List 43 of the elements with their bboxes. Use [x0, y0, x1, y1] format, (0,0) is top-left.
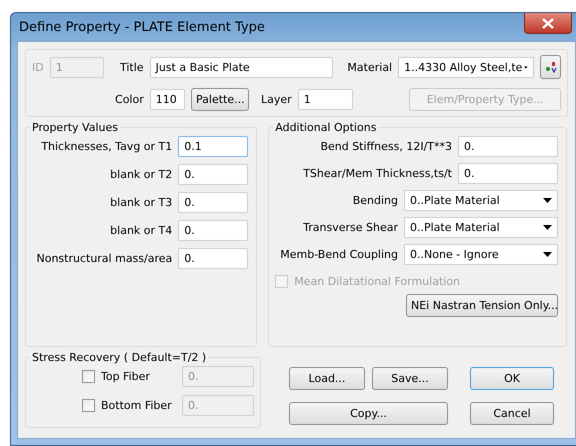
checkbox-label: Top Fiber: [101, 370, 151, 383]
tension-only-button[interactable]: NEi Nastran Tension Only...: [406, 294, 558, 317]
field-label: Title: [120, 60, 144, 74]
group-title: Property Values: [31, 121, 119, 134]
action-button[interactable]: Copy...: [289, 402, 448, 425]
value-field[interactable]: 0.: [178, 164, 248, 185]
value-field[interactable]: 0.: [178, 220, 248, 241]
window-title: Define Property - PLATE Element Type: [19, 20, 265, 34]
title-field[interactable]: Just a Basic Plate: [150, 56, 334, 78]
value-field[interactable]: 0.: [178, 192, 248, 213]
field-label: ID: [32, 60, 44, 74]
field-label: Layer: [261, 93, 292, 106]
checkbox-label: Bottom Fiber: [101, 399, 173, 412]
option-dropdown[interactable]: 0..Plate Material: [404, 190, 558, 211]
palette-button[interactable]: Palette...: [191, 88, 250, 111]
group-title: Additional Options: [274, 121, 378, 134]
field-label: blank or T3: [110, 196, 172, 209]
field-label: Nonstructural mass/area: [36, 252, 172, 265]
field-label: Transverse Shear: [303, 221, 398, 234]
value-field[interactable]: 0.: [178, 248, 248, 269]
field-label: Color: [114, 93, 144, 106]
field-label: Bending: [352, 194, 398, 207]
checkbox-label: Mean Dilatational Formulation: [294, 275, 460, 288]
value-field[interactable]: 0.: [458, 163, 558, 184]
value-field[interactable]: 0.1: [178, 136, 248, 157]
color-field[interactable]: 110: [150, 89, 186, 110]
field-label: blank or T4: [110, 224, 172, 237]
field-label: blank or T2: [110, 168, 172, 181]
value-field[interactable]: 0.: [458, 136, 558, 157]
field-label: Thicknesses, Tavg or T1: [41, 140, 172, 153]
action-button[interactable]: Save...: [372, 367, 448, 390]
option-dropdown[interactable]: 0..Plate Material: [404, 217, 558, 238]
material-dropdown[interactable]: 1..4330 Alloy Steel,te: [398, 56, 534, 78]
field-label: Memb-Bend Coupling: [280, 248, 398, 261]
field-label: Bend Stiffness, 12I/T**3: [320, 140, 452, 153]
group-title: Stress Recovery ( Default=T/2 ): [31, 351, 208, 364]
field-label: Material: [347, 60, 392, 74]
option-dropdown[interactable]: 0..None - Ignore: [404, 244, 558, 265]
dialog-button[interactable]: OK: [470, 367, 554, 390]
layer-field[interactable]: 1: [298, 89, 354, 110]
dialog-button[interactable]: Cancel: [470, 402, 554, 425]
field-label: TShear/Mem Thickness,ts/t: [303, 167, 452, 180]
action-button[interactable]: Load...: [289, 367, 365, 390]
